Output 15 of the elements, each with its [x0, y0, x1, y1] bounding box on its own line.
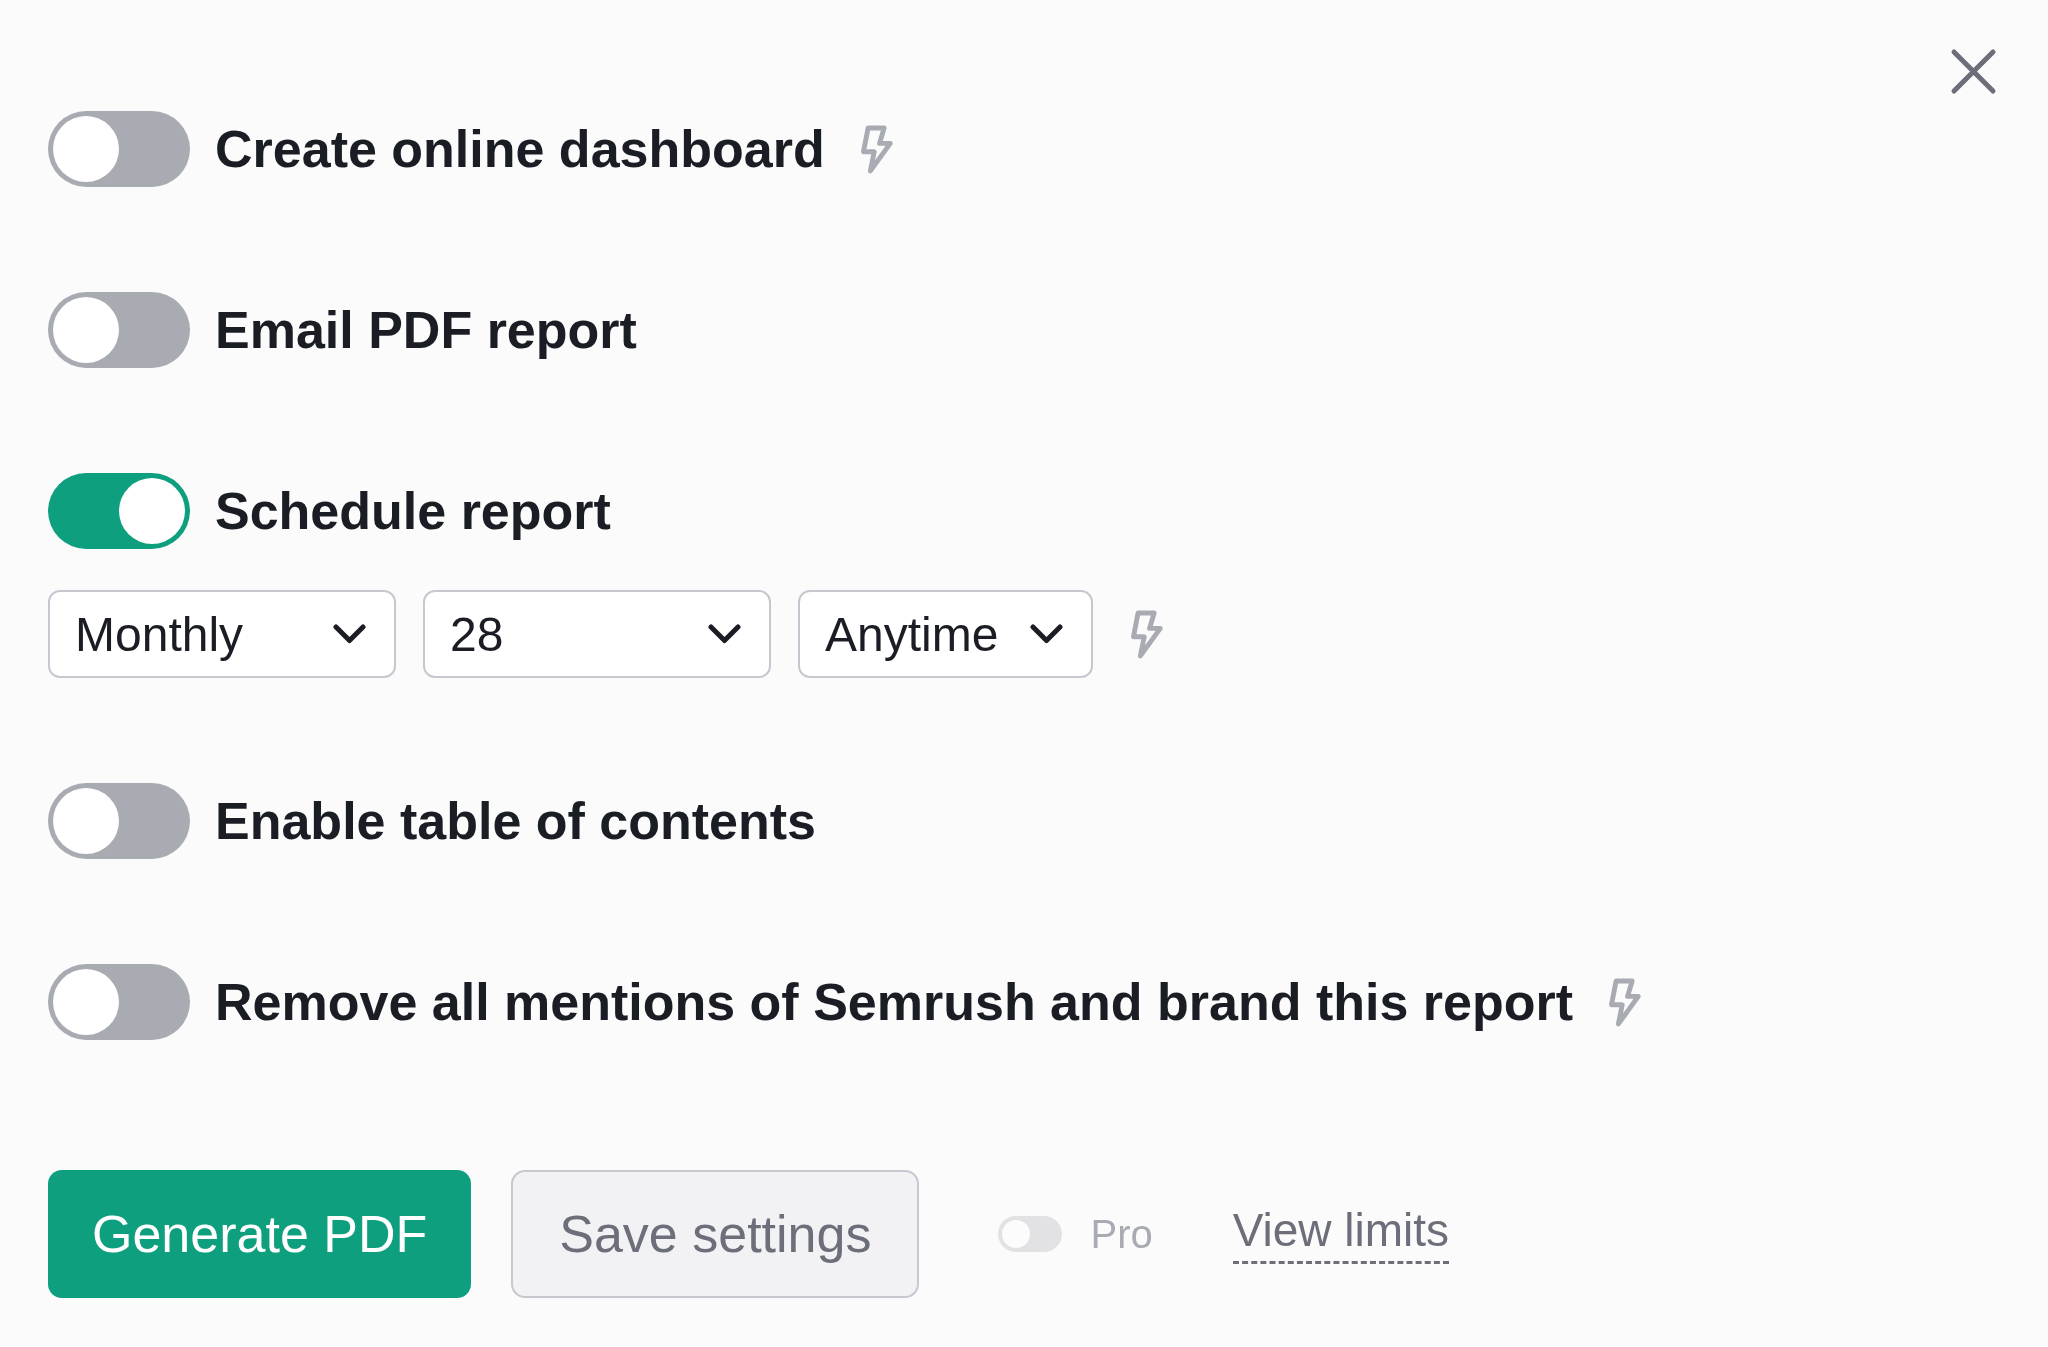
toggle-label: Pro	[1090, 1211, 1153, 1257]
option-label: Remove all mentions of Semrush and brand this report	[215, 972, 1574, 1033]
close-icon[interactable]	[1950, 48, 1997, 95]
dropdown[interactable]: Monthly	[48, 590, 396, 678]
view-limits-link[interactable]: View limits	[1232, 1204, 1450, 1264]
chevron-down-icon	[333, 624, 366, 644]
option-label: Enable table of contents	[215, 791, 816, 852]
option-label: Email PDF report	[215, 300, 637, 361]
save-settings-button[interactable]: Save settings	[511, 1170, 920, 1298]
dropdown[interactable]: Anytime	[798, 590, 1093, 678]
option-label: Schedule report	[215, 481, 611, 542]
dropdown[interactable]: 28	[423, 590, 771, 678]
chevron-down-icon	[708, 624, 741, 644]
chevron-down-icon	[1030, 624, 1063, 644]
option-label: Create online dashboard	[215, 119, 825, 180]
